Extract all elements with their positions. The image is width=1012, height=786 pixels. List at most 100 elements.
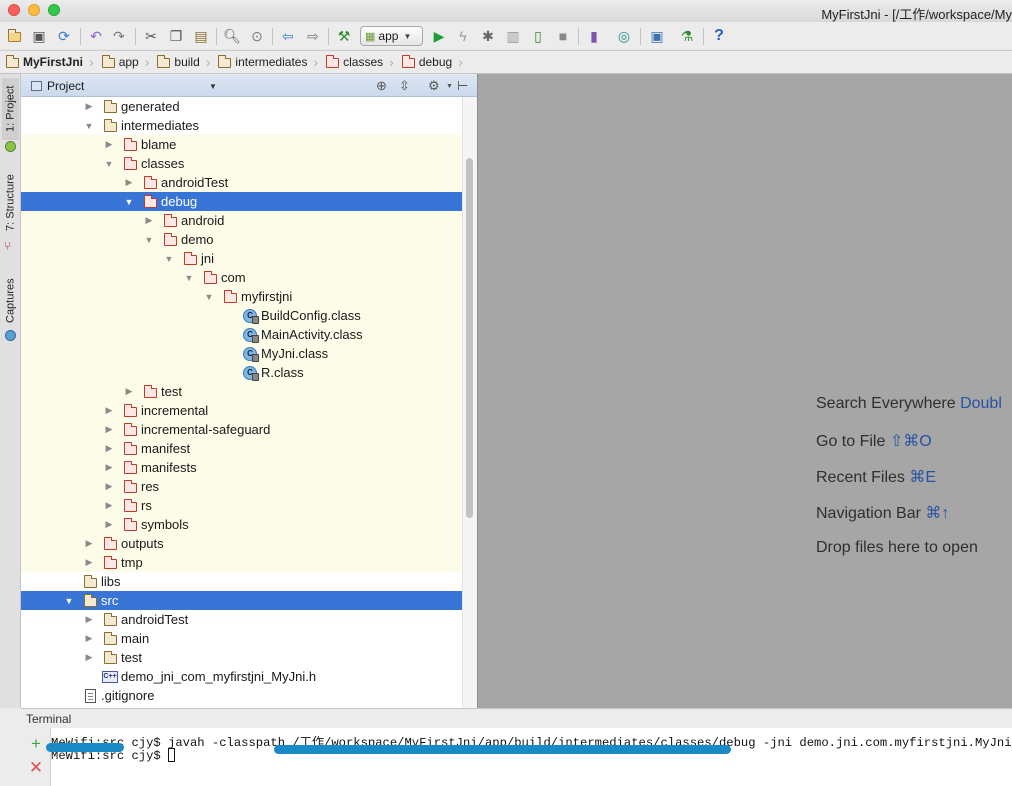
hide-panel-icon[interactable]: ⊢ — [457, 78, 468, 94]
run-configuration-select[interactable]: ▦ app ▼ — [360, 26, 423, 46]
expand-right-icon[interactable]: ▶ — [104, 405, 114, 416]
tree-row[interactable]: ▶ incremental — [21, 401, 462, 420]
replace-icon[interactable]: ⊙ — [248, 27, 266, 45]
android-monitor-icon[interactable]: ⚗ — [678, 27, 696, 45]
tree-row[interactable]: .gitignore — [21, 686, 462, 705]
minimize-window-button[interactable] — [28, 4, 40, 16]
paste-icon[interactable]: ▤ — [192, 27, 210, 45]
collapse-all-icon[interactable]: ⇳ — [399, 78, 410, 94]
expand-down-icon[interactable]: ▼ — [184, 273, 194, 283]
expand-right-icon[interactable]: ▶ — [104, 462, 114, 473]
expand-right-icon[interactable]: ▶ — [84, 538, 94, 549]
tree-row[interactable]: ▶ rs — [21, 496, 462, 515]
tree-row[interactable]: ▶ manifest — [21, 439, 462, 458]
expand-right-icon[interactable]: ▶ — [84, 633, 94, 644]
tree-row[interactable]: C R.class — [21, 363, 462, 382]
expand-right-icon[interactable]: ▶ — [104, 443, 114, 454]
tree-scrollbar-thumb[interactable] — [466, 158, 473, 518]
expand-right-icon[interactable]: ▶ — [104, 424, 114, 435]
redo-icon[interactable]: ↷ — [110, 27, 128, 45]
tree-row[interactable]: C MyJni.class — [21, 344, 462, 363]
terminal-output[interactable]: MeWifi:src cjy$ javah -classpath /工作/wor… — [46, 728, 1012, 786]
tree-row[interactable]: ▶ test — [21, 648, 462, 667]
tree-row[interactable]: ▶ res — [21, 477, 462, 496]
expand-right-icon[interactable]: ▶ — [104, 139, 114, 150]
stop-icon[interactable]: ■ — [554, 27, 572, 45]
back-icon[interactable]: ⇦ — [279, 27, 297, 45]
expand-right-icon[interactable]: ▶ — [144, 215, 154, 226]
tree-row[interactable]: ▶ symbols — [21, 515, 462, 534]
expand-right-icon[interactable]: ▶ — [84, 614, 94, 625]
breadcrumb-item[interactable]: app › — [101, 51, 158, 74]
tree-row[interactable]: ▶ manifests — [21, 458, 462, 477]
expand-right-icon[interactable]: ▶ — [84, 652, 94, 663]
avd-manager-icon[interactable]: ▮ — [585, 27, 603, 45]
cut-icon[interactable]: ✂ — [142, 27, 160, 45]
chevron-down-icon[interactable]: ▼ — [446, 83, 453, 90]
expand-right-icon[interactable]: ▶ — [124, 177, 134, 188]
expand-down-icon[interactable]: ▼ — [84, 121, 94, 131]
tab-structure[interactable]: 7: Structure — [2, 170, 19, 236]
find-icon[interactable]: 🔍︎ — [223, 27, 241, 45]
scroll-from-source-icon[interactable]: ⊕ — [376, 78, 387, 94]
help-icon[interactable]: ? — [710, 27, 728, 45]
open-folder-icon[interactable] — [5, 27, 23, 45]
tree-row[interactable]: ▼ jni — [21, 249, 462, 268]
tree-row[interactable]: ▼ com — [21, 268, 462, 287]
expand-right-icon[interactable]: ▶ — [84, 101, 94, 112]
tree-row[interactable]: ▶ blame — [21, 135, 462, 154]
close-window-button[interactable] — [8, 4, 20, 16]
run-icon[interactable]: ▶ — [430, 27, 448, 45]
tree-row[interactable]: ▼ myfirstjni — [21, 287, 462, 306]
tab-captures[interactable]: Captures — [2, 272, 19, 330]
breadcrumb-item[interactable]: debug › — [401, 51, 471, 74]
project-tree[interactable]: ▶ generated ▼ intermediates ▶ blame ▼ classes ▶ a… — [21, 97, 462, 708]
tree-row[interactable]: ▼ debug — [21, 192, 462, 211]
sdk-manager-icon[interactable]: ◎ — [615, 27, 633, 45]
profile-icon[interactable]: ▥ — [504, 27, 522, 45]
tree-row[interactable]: ▶ android — [21, 211, 462, 230]
undo-icon[interactable]: ↶ — [87, 27, 105, 45]
breadcrumb-item[interactable]: MyFirstJni › — [6, 51, 102, 74]
close-terminal-session-icon[interactable]: ✕ — [28, 759, 44, 776]
tree-row[interactable]: libs — [21, 572, 462, 591]
gear-icon[interactable]: ⚙ — [428, 78, 440, 94]
debug-icon[interactable]: ✱ — [479, 27, 497, 45]
copy-icon[interactable]: ❐ — [167, 27, 185, 45]
tree-row[interactable]: C BuildConfig.class — [21, 306, 462, 325]
project-view-selector[interactable]: Project ▼ — [31, 79, 217, 93]
expand-right-icon[interactable]: ▶ — [104, 519, 114, 530]
expand-down-icon[interactable]: ▼ — [124, 197, 134, 207]
tab-project[interactable]: 1: Project — [2, 78, 19, 140]
expand-right-icon[interactable]: ▶ — [104, 481, 114, 492]
tree-row[interactable]: ▼ demo — [21, 230, 462, 249]
new-terminal-session-icon[interactable]: + — [28, 735, 44, 752]
tree-row[interactable]: ▶ test — [21, 382, 462, 401]
maximize-window-button[interactable] — [48, 4, 60, 16]
expand-right-icon[interactable]: ▶ — [84, 557, 94, 568]
tree-row[interactable]: ▼ classes — [21, 154, 462, 173]
tree-row[interactable]: ▶ main — [21, 629, 462, 648]
expand-right-icon[interactable]: ▶ — [124, 386, 134, 397]
expand-right-icon[interactable]: ▶ — [104, 500, 114, 511]
tree-row[interactable]: ▶ incremental-safeguard — [21, 420, 462, 439]
tree-row[interactable]: ▶ androidTest — [21, 173, 462, 192]
tree-row[interactable]: ▶ outputs — [21, 534, 462, 553]
tree-row[interactable]: ▼ src — [21, 591, 462, 610]
attach-debugger-icon[interactable]: ▯ — [529, 27, 547, 45]
expand-down-icon[interactable]: ▼ — [204, 292, 214, 302]
tree-row[interactable]: ▶ tmp — [21, 553, 462, 572]
breadcrumb-item[interactable]: build › — [157, 51, 218, 74]
make-project-icon[interactable]: ⚒ — [335, 27, 353, 45]
project-structure-icon[interactable]: ▣ — [648, 27, 666, 45]
expand-down-icon[interactable]: ▼ — [164, 254, 174, 264]
editor-area[interactable]: Search Everywhere Doubl Go to File ⇧⌘O R… — [477, 74, 1012, 708]
forward-icon[interactable]: ⇨ — [304, 27, 322, 45]
expand-down-icon[interactable]: ▼ — [144, 235, 154, 245]
breadcrumb-item[interactable]: intermediates › — [218, 51, 326, 74]
expand-down-icon[interactable]: ▼ — [104, 159, 114, 169]
apply-changes-icon[interactable]: ϟ — [454, 27, 472, 45]
tree-row[interactable]: ▼ intermediates — [21, 116, 462, 135]
tree-row[interactable]: C++ demo_jni_com_myfirstjni_MyJni.h — [21, 667, 462, 686]
expand-down-icon[interactable]: ▼ — [64, 596, 74, 606]
